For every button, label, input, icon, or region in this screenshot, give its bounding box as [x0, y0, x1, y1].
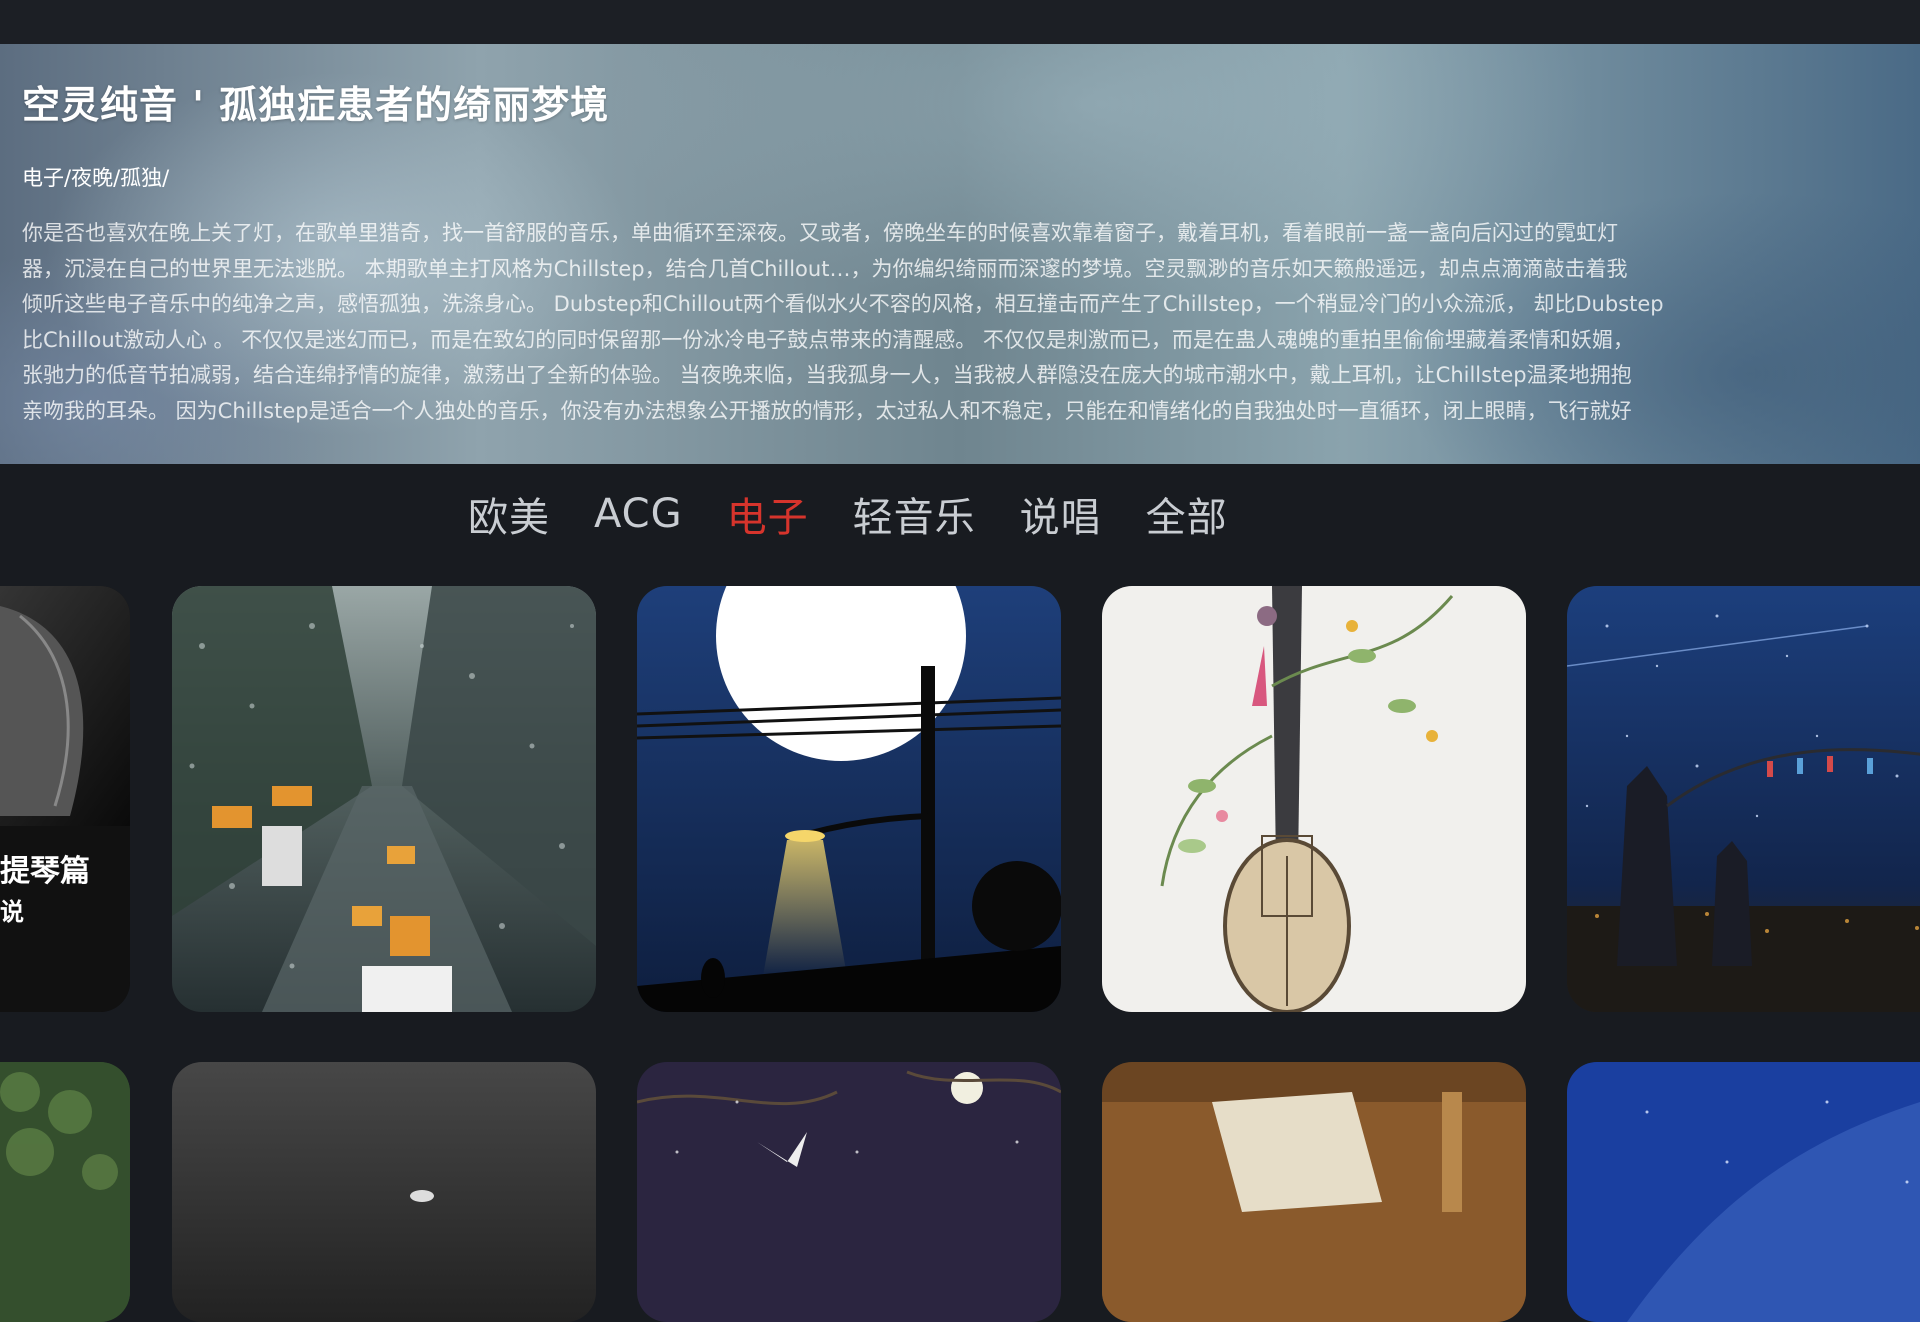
- tab-all[interactable]: 全部: [1146, 485, 1228, 543]
- warm-room-cover-image: [1102, 1062, 1526, 1322]
- foliage-cover-image: [0, 1062, 130, 1322]
- playlist-card[interactable]: [0, 1062, 130, 1322]
- moon-night-cover-image: [637, 586, 1061, 1012]
- playlist-card[interactable]: [172, 1062, 596, 1322]
- playlist-title: 空灵纯音 ' 孤独症患者的绮丽梦境: [22, 83, 610, 127]
- description-line: 你是否也喜欢在晚上关了灯，在歌单里猎奇，找一首舒服的音乐，单曲循环至深夜。又或者…: [22, 221, 1618, 245]
- category-tabs: 欧美 ACG 电子 轻音乐 说唱 全部: [468, 486, 1272, 542]
- playlist-hero-banner: 空灵纯音 ' 孤独症患者的绮丽梦境 电子/夜晚/孤独/ 你是否也喜欢在晚上关了灯…: [0, 44, 1920, 464]
- night-moon-bird-cover-image: [637, 1062, 1061, 1322]
- starry-sky-cover-image: [1567, 586, 1920, 1012]
- tab-western[interactable]: 欧美: [468, 485, 550, 543]
- playlist-card[interactable]: [637, 1062, 1061, 1322]
- tab-electronic[interactable]: 电子: [727, 485, 809, 543]
- playlist-card[interactable]: 提琴篇 说: [0, 586, 130, 1012]
- violin-cover-image: [0, 586, 130, 1012]
- description-line: 比Chillout激动人心 。 不仅仅是迷幻而已，而是在致幻的同时保留那一份冰冷…: [22, 327, 1634, 352]
- playlist-card[interactable]: [1567, 1062, 1920, 1322]
- pipa-cover-image: [1102, 586, 1526, 1012]
- playlist-card[interactable]: [172, 586, 596, 1012]
- top-bar: [0, 0, 1920, 44]
- playlist-card[interactable]: [637, 586, 1061, 1012]
- playlist-card[interactable]: [1567, 586, 1920, 1012]
- blue-galaxy-cover-image: [1567, 1062, 1920, 1322]
- description-line: 张驰力的低音节拍减弱，结合连绵抒情的旋律，激荡出了全新的体验。 当夜晚来临，当我…: [22, 363, 1632, 387]
- tab-rap[interactable]: 说唱: [1020, 485, 1102, 543]
- playlist-tags[interactable]: 电子/夜晚/孤独/: [22, 162, 169, 192]
- tab-acg[interactable]: ACG: [594, 491, 683, 537]
- description-line: 器，沉浸在自己的世界里无法逃脱。 本期歌单主打风格为Chillstep，结合几首…: [22, 256, 1628, 281]
- card-subtitle: 说: [0, 898, 24, 926]
- playlist-description: 你是否也喜欢在晚上关了灯，在歌单里猎奇，找一首舒服的音乐，单曲循环至深夜。又或者…: [22, 216, 1920, 429]
- description-line: 倾听这些电子音乐中的纯净之声，感悟孤独，洗涤身心。 Dubstep和Chillo…: [22, 292, 1664, 316]
- rainy-city-cover-image: [172, 586, 596, 1012]
- playlist-card[interactable]: [1102, 1062, 1526, 1322]
- dark-gray-cover-image: [172, 1062, 596, 1322]
- card-title: 提琴篇: [0, 854, 90, 889]
- description-line: 亲吻我的耳朵。 因为Chillstep是适合一个人独处的音乐，你没有办法想象公开…: [22, 398, 1632, 423]
- playlist-card[interactable]: [1102, 586, 1526, 1012]
- tab-light-music[interactable]: 轻音乐: [853, 485, 976, 543]
